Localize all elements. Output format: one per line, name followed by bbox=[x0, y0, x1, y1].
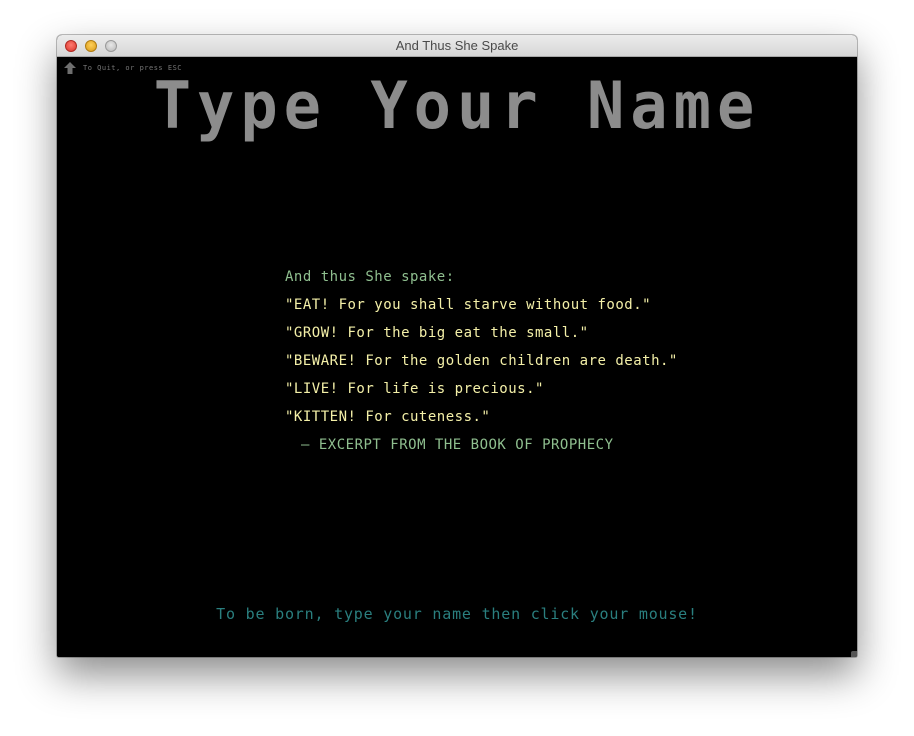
prophecy-quote: And thus She spake: "EAT! For you shall … bbox=[285, 263, 678, 459]
resize-grip[interactable] bbox=[851, 651, 857, 657]
name-entry-prompt: To be born, type your name then click yo… bbox=[216, 605, 698, 623]
quote-line: "GROW! For the big eat the small." bbox=[285, 325, 589, 341]
quote-line: "BEWARE! For the golden children are dea… bbox=[285, 353, 678, 369]
title-bar[interactable]: And Thus She Spake bbox=[57, 35, 857, 57]
window-title: And Thus She Spake bbox=[395, 38, 519, 53]
quote-line: "LIVE! For life is precious." bbox=[285, 381, 544, 397]
app-window: And Thus She Spake To Quit, or press ESC… bbox=[57, 35, 857, 657]
quote-intro: And thus She spake: bbox=[285, 269, 455, 285]
quote-attribution: — EXCERPT FROM THE BOOK OF PROPHECY bbox=[301, 437, 614, 453]
quote-line: "KITTEN! For cuteness." bbox=[285, 409, 491, 425]
game-canvas[interactable]: To Quit, or press ESC Type Your Name And… bbox=[57, 57, 857, 657]
quote-line: "EAT! For you shall starve without food.… bbox=[285, 297, 652, 313]
page-title: Type Your Name bbox=[153, 67, 761, 144]
